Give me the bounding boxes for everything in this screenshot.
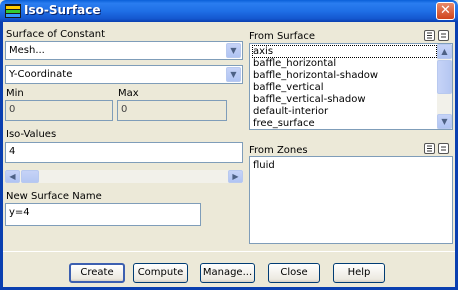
- scroll-up-button[interactable]: ▲: [437, 44, 452, 59]
- close-window-button[interactable]: ✕: [436, 2, 455, 20]
- scroll-thumb[interactable]: [437, 60, 452, 94]
- chevron-down-icon[interactable]: ▼: [226, 43, 241, 58]
- slider-thumb[interactable]: [21, 170, 39, 183]
- from-surface-label: From Surface: [249, 31, 316, 42]
- deselect-all-icon[interactable]: [438, 30, 449, 41]
- deselect-all-icon[interactable]: [438, 143, 449, 154]
- from-surface-list[interactable]: axis baffle_horizontal baffle_horizontal…: [249, 43, 453, 130]
- close-button[interactable]: Close: [268, 263, 320, 283]
- surface-category-value: Mesh...: [9, 45, 45, 56]
- new-surface-name-input[interactable]: y=4: [5, 203, 201, 226]
- list-item[interactable]: baffle_horizontal: [253, 58, 336, 69]
- close-icon: ✕: [440, 3, 451, 18]
- max-field: 0: [117, 100, 227, 121]
- iso-surface-app-icon: [5, 4, 21, 18]
- select-all-icon[interactable]: [424, 30, 435, 41]
- max-label: Max: [118, 88, 139, 99]
- compute-button[interactable]: Compute: [133, 263, 188, 283]
- list-item[interactable]: axis: [252, 45, 437, 58]
- from-zones-list[interactable]: fluid: [249, 156, 453, 244]
- list-item[interactable]: baffle_horizontal-shadow: [253, 70, 378, 81]
- list-item[interactable]: fluid: [253, 160, 275, 171]
- select-all-icon[interactable]: [424, 143, 435, 154]
- surface-quantity-select[interactable]: Y-Coordinate ▼: [5, 65, 243, 84]
- from-surface-scrollbar[interactable]: ▲ ▼: [437, 44, 452, 129]
- help-button[interactable]: Help: [333, 263, 385, 283]
- create-button[interactable]: Create: [69, 263, 125, 283]
- scroll-right-button[interactable]: ▶: [228, 170, 243, 183]
- list-item[interactable]: free_surface: [253, 118, 315, 129]
- list-item[interactable]: baffle_vertical: [253, 82, 324, 93]
- min-value: 0: [9, 104, 16, 115]
- list-item[interactable]: baffle_vertical-shadow: [253, 94, 366, 105]
- new-surface-name-value: y=4: [9, 207, 30, 218]
- list-item[interactable]: default-interior: [253, 106, 328, 117]
- iso-values-input[interactable]: 4: [5, 142, 243, 163]
- surface-quantity-value: Y-Coordinate: [9, 69, 73, 80]
- min-label: Min: [6, 88, 24, 99]
- from-zones-label: From Zones: [249, 145, 308, 156]
- chevron-down-icon[interactable]: ▼: [226, 67, 241, 82]
- iso-values-label: Iso-Values: [6, 129, 57, 140]
- button-separator: [3, 251, 455, 252]
- scroll-left-button[interactable]: ◀: [5, 170, 20, 183]
- title-bar[interactable]: Iso-Surface ✕: [0, 0, 458, 22]
- iso-values-value: 4: [9, 146, 16, 157]
- new-surface-name-label: New Surface Name: [6, 191, 102, 202]
- window-title: Iso-Surface: [24, 3, 101, 17]
- surface-of-constant-label: Surface of Constant: [6, 29, 106, 40]
- min-field: 0: [5, 100, 113, 121]
- scroll-down-button[interactable]: ▼: [437, 114, 452, 129]
- max-value: 0: [121, 104, 128, 115]
- manage-button[interactable]: Manage...: [200, 263, 255, 283]
- iso-values-slider[interactable]: ◀ ▶: [5, 170, 243, 183]
- surface-category-select[interactable]: Mesh... ▼: [5, 41, 243, 60]
